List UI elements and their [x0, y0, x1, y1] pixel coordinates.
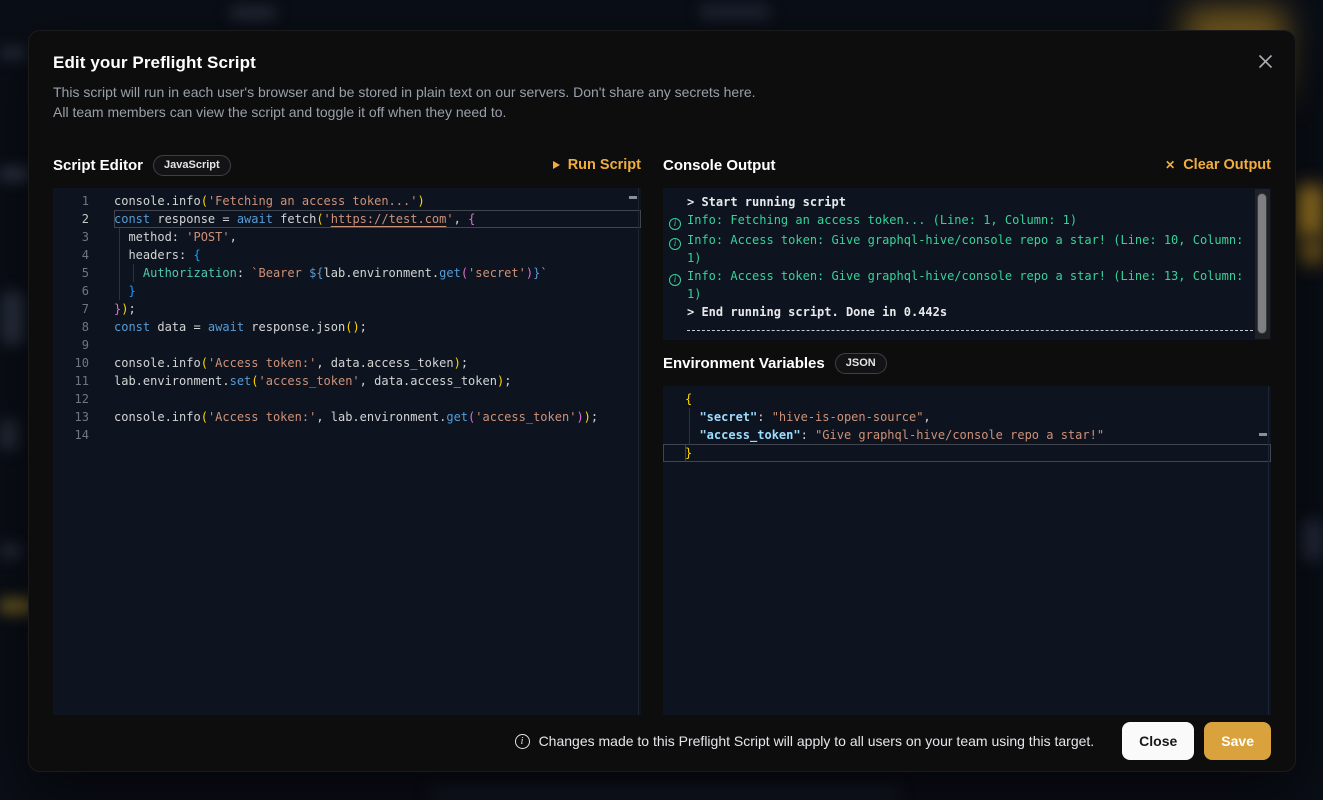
- line-number: 14: [53, 426, 89, 444]
- line-number: 5: [53, 264, 89, 282]
- backdrop-bar: [0, 545, 22, 557]
- environment-variables-title: Environment Variables: [663, 355, 825, 372]
- script-editor-header: Script Editor JavaScript Run Script: [53, 152, 641, 178]
- modal-description-line1: This script will run in each user's brow…: [53, 82, 1271, 102]
- code-line[interactable]: "access_token": "Give graphql-hive/conso…: [663, 426, 1271, 444]
- clear-output-button[interactable]: ✕ Clear Output: [1165, 157, 1271, 173]
- clear-x-icon: ✕: [1165, 159, 1175, 171]
- run-script-button[interactable]: Run Script: [553, 157, 641, 173]
- console-line: iInfo: Access token: Give graphql-hive/c…: [669, 231, 1253, 267]
- code-line[interactable]: 13console.info('Access token:', lab.envi…: [53, 408, 641, 426]
- code-line[interactable]: 9: [53, 336, 641, 354]
- backdrop-glow: [1300, 238, 1323, 264]
- console-output-title: Console Output: [663, 157, 776, 174]
- code-line[interactable]: {: [663, 390, 1271, 408]
- console-scrollbar-track[interactable]: [1255, 189, 1270, 339]
- close-icon[interactable]: [1251, 47, 1279, 75]
- console-separator: [687, 330, 1253, 331]
- code-line[interactable]: 12: [53, 390, 641, 408]
- console-scrollbar-thumb[interactable]: [1257, 193, 1267, 334]
- info-circle-icon: i: [669, 231, 687, 267]
- clear-output-label: Clear Output: [1183, 157, 1271, 173]
- console-line-text: > Start running script: [687, 193, 1253, 211]
- code-line[interactable]: 7});: [53, 300, 641, 318]
- code-line[interactable]: 4 headers: {: [53, 246, 641, 264]
- code-line[interactable]: 8const data = await response.json();: [53, 318, 641, 336]
- play-icon: [553, 161, 560, 169]
- line-number: 2: [53, 210, 89, 228]
- console-line-text: > End running script. Done in 0.442s: [687, 303, 1253, 321]
- console-line: [669, 321, 1253, 331]
- info-circle-icon: i: [669, 211, 687, 231]
- backdrop-glow: [1296, 185, 1323, 237]
- console-line-gutter: [669, 303, 687, 321]
- console-panel: Console Output ✕ Clear Output > Start ru…: [663, 152, 1271, 715]
- code-line[interactable]: 6 }: [53, 282, 641, 300]
- line-number: 13: [53, 408, 89, 426]
- code-line[interactable]: 5 Authorization: `Bearer ${lab.environme…: [53, 264, 641, 282]
- modal-footer: i Changes made to this Preflight Script …: [53, 722, 1271, 760]
- console-line: > Start running script: [669, 193, 1253, 211]
- backdrop-bar: [1302, 520, 1323, 560]
- script-editor-title: Script Editor: [53, 157, 143, 174]
- line-number: 4: [53, 246, 89, 264]
- backdrop-bar: [0, 420, 18, 450]
- console-header: Console Output ✕ Clear Output: [663, 152, 1271, 178]
- close-x-glyph: [1258, 54, 1273, 69]
- code-line[interactable]: 1console.info('Fetching an access token.…: [53, 192, 641, 210]
- backdrop-bar: [0, 168, 30, 180]
- line-number: 1: [53, 192, 89, 210]
- backdrop-bar: [2, 292, 24, 344]
- code-line[interactable]: }: [663, 444, 1271, 462]
- footer-note: Changes made to this Preflight Script wi…: [539, 733, 1095, 749]
- modal-description-line2: All team members can view the script and…: [53, 102, 1271, 122]
- javascript-badge: JavaScript: [153, 155, 231, 176]
- backdrop-bar: [0, 48, 26, 58]
- console-line-gutter: [669, 193, 687, 211]
- line-number: 3: [53, 228, 89, 246]
- code-line[interactable]: 14: [53, 426, 641, 444]
- code-line[interactable]: "secret": "hive-is-open-source",: [663, 408, 1271, 426]
- line-number: 11: [53, 372, 89, 390]
- run-script-label: Run Script: [568, 157, 641, 173]
- script-editor[interactable]: 1console.info('Fetching an access token.…: [53, 188, 641, 715]
- code-line[interactable]: 11lab.environment.set('access_token', da…: [53, 372, 641, 390]
- info-icon: i: [515, 734, 530, 749]
- preflight-script-modal: Edit your Preflight Script This script w…: [28, 30, 1296, 772]
- line-number: 6: [53, 282, 89, 300]
- modal-title: Edit your Preflight Script: [53, 53, 1271, 73]
- script-editor-panel: Script Editor JavaScript Run Script 1con…: [53, 152, 641, 715]
- environment-header: Environment Variables JSON: [663, 350, 1271, 376]
- code-line[interactable]: 10console.info('Access token:', data.acc…: [53, 354, 641, 372]
- info-circle-icon: i: [669, 267, 687, 303]
- console-line-text: Info: Access token: Give graphql-hive/co…: [687, 231, 1253, 267]
- backdrop-bar: [430, 786, 900, 800]
- code-line[interactable]: 3 method: 'POST',: [53, 228, 641, 246]
- console-line: iInfo: Fetching an access token... (Line…: [669, 211, 1253, 231]
- console-line-text: Info: Access token: Give graphql-hive/co…: [687, 267, 1253, 303]
- console-line: iInfo: Access token: Give graphql-hive/c…: [669, 267, 1253, 303]
- line-number: 8: [53, 318, 89, 336]
- backdrop-bar: [700, 6, 770, 18]
- line-number: 12: [53, 390, 89, 408]
- console-line-gutter: [669, 321, 687, 331]
- line-number: 7: [53, 300, 89, 318]
- save-button[interactable]: Save: [1204, 722, 1271, 760]
- console-output[interactable]: > Start running scriptiInfo: Fetching an…: [663, 188, 1271, 340]
- console-line-text: Info: Fetching an access token... (Line:…: [687, 211, 1253, 231]
- code-line[interactable]: 2const response = await fetch('https://t…: [53, 210, 641, 228]
- line-number: 10: [53, 354, 89, 372]
- backdrop-bar: [230, 8, 276, 18]
- modal-description: This script will run in each user's brow…: [53, 82, 1271, 122]
- line-number: 9: [53, 336, 89, 354]
- json-badge: JSON: [835, 353, 887, 374]
- environment-variables-editor[interactable]: { "secret": "hive-is-open-source", "acce…: [663, 386, 1271, 715]
- modal-body: Script Editor JavaScript Run Script 1con…: [53, 152, 1271, 715]
- console-line: > End running script. Done in 0.442s: [669, 303, 1253, 321]
- close-button[interactable]: Close: [1122, 722, 1194, 760]
